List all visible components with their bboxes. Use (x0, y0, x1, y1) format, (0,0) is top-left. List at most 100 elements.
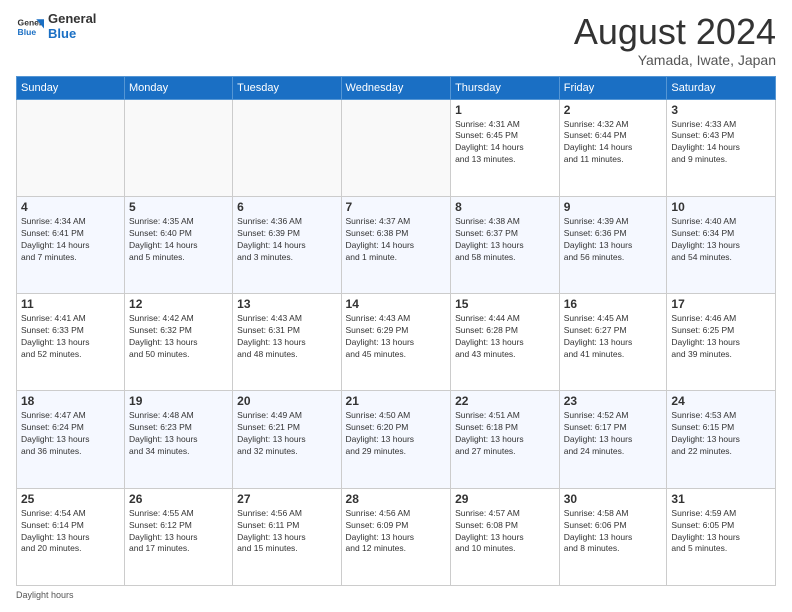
day-info: Sunrise: 4:32 AM Sunset: 6:44 PM Dayligh… (564, 119, 663, 167)
day-info: Sunrise: 4:48 AM Sunset: 6:23 PM Dayligh… (129, 410, 228, 458)
header: General Blue General Blue August 2024 Ya… (16, 12, 776, 68)
day-info: Sunrise: 4:49 AM Sunset: 6:21 PM Dayligh… (237, 410, 336, 458)
day-number: 2 (564, 103, 663, 117)
calendar-cell: 22 Sunrise: 4:51 AM Sunset: 6:18 PM Dayli… (451, 391, 560, 488)
day-info: Sunrise: 4:44 AM Sunset: 6:28 PM Dayligh… (455, 313, 555, 361)
title-block: August 2024 Yamada, Iwate, Japan (574, 12, 776, 68)
day-number: 22 (455, 394, 555, 408)
day-number: 4 (21, 200, 120, 214)
calendar-cell: 20 Sunrise: 4:49 AM Sunset: 6:21 PM Dayli… (233, 391, 341, 488)
calendar-cell: 14Sunrise: 4:43 AM Sunset: 6:29 PM Dayli… (341, 294, 451, 391)
day-info: Sunrise: 4:43 AM Sunset: 6:31 PM Dayligh… (237, 313, 336, 361)
day-info: Sunrise: 4:36 AM Sunset: 6:39 PM Dayligh… (237, 216, 336, 264)
page: General Blue General Blue August 2024 Ya… (0, 0, 792, 612)
calendar-cell: 2 Sunrise: 4:32 AM Sunset: 6:44 PM Daylig… (559, 99, 667, 196)
day-number: 21 (346, 394, 447, 408)
logo-icon: General Blue (16, 13, 44, 41)
weekday-header-sunday: Sunday (17, 76, 125, 99)
calendar-cell (233, 99, 341, 196)
logo-text-blue: Blue (48, 27, 96, 42)
calendar-cell (17, 99, 125, 196)
day-number: 19 (129, 394, 228, 408)
weekday-header-thursday: Thursday (451, 76, 560, 99)
day-number: 25 (21, 492, 120, 506)
calendar-cell: 3Sunrise: 4:33 AM Sunset: 6:43 PM Daylig… (667, 99, 776, 196)
day-number: 12 (129, 297, 228, 311)
footer: Daylight hours (16, 590, 776, 600)
day-info: Sunrise: 4:46 AM Sunset: 6:25 PM Dayligh… (671, 313, 771, 361)
calendar-week-4: 18 Sunrise: 4:47 AM Sunset: 6:24 PM Dayli… (17, 391, 776, 488)
calendar-week-5: 25 Sunrise: 4:54 AM Sunset: 6:14 PM Dayli… (17, 488, 776, 585)
calendar-cell: 6 Sunrise: 4:36 AM Sunset: 6:39 PM Daylig… (233, 196, 341, 293)
day-number: 18 (21, 394, 120, 408)
day-info: Sunrise: 4:42 AM Sunset: 6:32 PM Dayligh… (129, 313, 228, 361)
calendar-cell: 9 Sunrise: 4:39 AM Sunset: 6:36 PM Daylig… (559, 196, 667, 293)
day-info: Sunrise: 4:41 AM Sunset: 6:33 PM Dayligh… (21, 313, 120, 361)
calendar-cell: 7Sunrise: 4:37 AM Sunset: 6:38 PM Daylig… (341, 196, 451, 293)
calendar-cell: 16Sunrise: 4:45 AM Sunset: 6:27 PM Dayli… (559, 294, 667, 391)
weekday-header-saturday: Saturday (667, 76, 776, 99)
day-info: Sunrise: 4:51 AM Sunset: 6:18 PM Dayligh… (455, 410, 555, 458)
day-info: Sunrise: 4:56 AM Sunset: 6:09 PM Dayligh… (346, 508, 447, 556)
logo: General Blue General Blue (16, 12, 96, 42)
calendar-table: SundayMondayTuesdayWednesdayThursdayFrid… (16, 76, 776, 586)
calendar-cell: 8 Sunrise: 4:38 AM Sunset: 6:37 PM Daylig… (451, 196, 560, 293)
calendar-cell: 10Sunrise: 4:40 AM Sunset: 6:34 PM Dayli… (667, 196, 776, 293)
day-number: 9 (564, 200, 663, 214)
day-number: 15 (455, 297, 555, 311)
calendar-header-row: SundayMondayTuesdayWednesdayThursdayFrid… (17, 76, 776, 99)
calendar-week-3: 11Sunrise: 4:41 AM Sunset: 6:33 PM Dayli… (17, 294, 776, 391)
weekday-header-wednesday: Wednesday (341, 76, 451, 99)
day-number: 20 (237, 394, 336, 408)
day-info: Sunrise: 4:47 AM Sunset: 6:24 PM Dayligh… (21, 410, 120, 458)
day-number: 26 (129, 492, 228, 506)
day-number: 8 (455, 200, 555, 214)
calendar-cell: 12 Sunrise: 4:42 AM Sunset: 6:32 PM Dayli… (125, 294, 233, 391)
calendar-cell: 25 Sunrise: 4:54 AM Sunset: 6:14 PM Dayli… (17, 488, 125, 585)
calendar-cell: 1Sunrise: 4:31 AM Sunset: 6:45 PM Daylig… (451, 99, 560, 196)
calendar-cell: 23Sunrise: 4:52 AM Sunset: 6:17 PM Dayli… (559, 391, 667, 488)
day-number: 13 (237, 297, 336, 311)
day-info: Sunrise: 4:37 AM Sunset: 6:38 PM Dayligh… (346, 216, 447, 264)
logo-text-general: General (48, 12, 96, 27)
weekday-header-friday: Friday (559, 76, 667, 99)
calendar-cell: 11Sunrise: 4:41 AM Sunset: 6:33 PM Dayli… (17, 294, 125, 391)
day-number: 29 (455, 492, 555, 506)
day-info: Sunrise: 4:55 AM Sunset: 6:12 PM Dayligh… (129, 508, 228, 556)
day-info: Sunrise: 4:39 AM Sunset: 6:36 PM Dayligh… (564, 216, 663, 264)
calendar-cell: 4Sunrise: 4:34 AM Sunset: 6:41 PM Daylig… (17, 196, 125, 293)
day-number: 6 (237, 200, 336, 214)
day-number: 31 (671, 492, 771, 506)
day-info: Sunrise: 4:54 AM Sunset: 6:14 PM Dayligh… (21, 508, 120, 556)
day-number: 23 (564, 394, 663, 408)
day-number: 16 (564, 297, 663, 311)
calendar-cell: 28Sunrise: 4:56 AM Sunset: 6:09 PM Dayli… (341, 488, 451, 585)
calendar-cell: 27Sunrise: 4:56 AM Sunset: 6:11 PM Dayli… (233, 488, 341, 585)
calendar-cell: 17 Sunrise: 4:46 AM Sunset: 6:25 PM Dayli… (667, 294, 776, 391)
day-info: Sunrise: 4:38 AM Sunset: 6:37 PM Dayligh… (455, 216, 555, 264)
daylight-label: Daylight hours (16, 590, 74, 600)
calendar-cell (341, 99, 451, 196)
calendar-week-1: 1Sunrise: 4:31 AM Sunset: 6:45 PM Daylig… (17, 99, 776, 196)
calendar-cell: 13 Sunrise: 4:43 AM Sunset: 6:31 PM Dayli… (233, 294, 341, 391)
day-number: 17 (671, 297, 771, 311)
day-number: 3 (671, 103, 771, 117)
calendar-cell: 5Sunrise: 4:35 AM Sunset: 6:40 PM Daylig… (125, 196, 233, 293)
calendar-cell: 29Sunrise: 4:57 AM Sunset: 6:08 PM Dayli… (451, 488, 560, 585)
svg-text:Blue: Blue (18, 27, 37, 37)
calendar-cell: 15 Sunrise: 4:44 AM Sunset: 6:28 PM Dayli… (451, 294, 560, 391)
day-info: Sunrise: 4:31 AM Sunset: 6:45 PM Dayligh… (455, 119, 555, 167)
calendar-cell: 21Sunrise: 4:50 AM Sunset: 6:20 PM Dayli… (341, 391, 451, 488)
calendar-cell: 31 Sunrise: 4:59 AM Sunset: 6:05 PM Dayli… (667, 488, 776, 585)
day-number: 30 (564, 492, 663, 506)
weekday-header-monday: Monday (125, 76, 233, 99)
month-title: August 2024 (574, 12, 776, 52)
calendar-cell: 24Sunrise: 4:53 AM Sunset: 6:15 PM Dayli… (667, 391, 776, 488)
day-info: Sunrise: 4:35 AM Sunset: 6:40 PM Dayligh… (129, 216, 228, 264)
day-number: 14 (346, 297, 447, 311)
calendar-week-2: 4Sunrise: 4:34 AM Sunset: 6:41 PM Daylig… (17, 196, 776, 293)
day-info: Sunrise: 4:53 AM Sunset: 6:15 PM Dayligh… (671, 410, 771, 458)
weekday-header-tuesday: Tuesday (233, 76, 341, 99)
day-info: Sunrise: 4:40 AM Sunset: 6:34 PM Dayligh… (671, 216, 771, 264)
day-info: Sunrise: 4:59 AM Sunset: 6:05 PM Dayligh… (671, 508, 771, 556)
